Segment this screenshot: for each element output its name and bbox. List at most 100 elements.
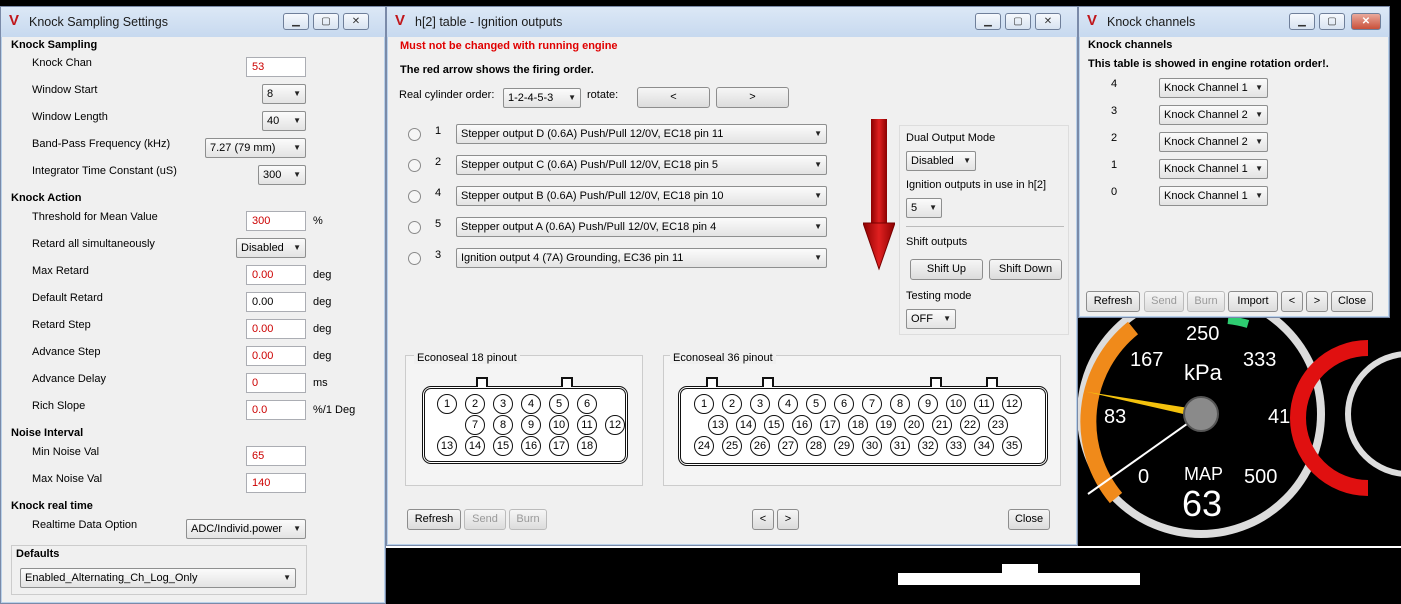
close-button[interactable]: ✕ <box>1035 13 1061 30</box>
connector-pin: 8 <box>890 394 910 414</box>
maximize-button[interactable]: ▢ <box>313 13 339 30</box>
output-radio-1[interactable] <box>408 128 421 141</box>
defaults-select[interactable]: Enabled_Alternating_Ch_Log_Only <box>20 568 296 588</box>
output-radio-5[interactable] <box>408 252 421 265</box>
gauge-name: MAP <box>1184 464 1223 484</box>
channel-select-1[interactable]: Knock Channel 1 <box>1159 159 1268 179</box>
minimize-button[interactable]: ▁ <box>1289 13 1315 30</box>
minimize-button[interactable]: ▁ <box>283 13 309 30</box>
connector-pin: 13 <box>708 415 728 435</box>
econoseal-18-label: Econoseal 18 pinout <box>414 352 520 364</box>
connector-pin: 15 <box>493 436 513 456</box>
connector-pin: 17 <box>549 436 569 456</box>
advance-step-field[interactable]: 0.00 <box>246 346 306 366</box>
connector-pin: 20 <box>904 415 924 435</box>
section-noise-interval: Noise Interval <box>11 427 84 439</box>
gauge-tick-label: 83 <box>1104 406 1126 428</box>
outputs-in-use-select[interactable]: 5 <box>906 198 942 218</box>
threshold-field[interactable]: 300 <box>246 211 306 231</box>
gauge-hub <box>1183 396 1219 432</box>
shift-down-button[interactable]: Shift Down <box>989 259 1062 280</box>
output-select-5[interactable]: Ignition output 4 (7A) Grounding, EC36 p… <box>456 248 827 268</box>
close-dialog-button[interactable]: Close <box>1008 509 1050 530</box>
connector-pin: 5 <box>549 394 569 414</box>
window-title: Knock channels <box>1107 15 1196 29</box>
bandpass-label: Band-Pass Frequency (kHz) <box>32 138 171 150</box>
gauge-tick-label: 250 <box>1186 323 1219 345</box>
burn-button[interactable]: Burn <box>509 509 547 530</box>
output-radio-3[interactable] <box>408 190 421 203</box>
max-retard-field[interactable]: 0.00 <box>246 265 306 285</box>
window-length-select[interactable]: 40 <box>262 111 306 131</box>
bottom-bar <box>386 546 1401 604</box>
connector-pin: 11 <box>577 415 597 435</box>
bandpass-select[interactable]: 7.27 (79 mm) <box>205 138 306 158</box>
gauge-tick-label: 0 <box>1138 466 1149 488</box>
minimize-button[interactable]: ▁ <box>975 13 1001 30</box>
output-select-4[interactable]: Stepper output A (0.6A) Push/Pull 12/0V,… <box>456 217 827 237</box>
dual-mode-label: Dual Output Mode <box>906 132 996 144</box>
connector-pin: 1 <box>437 394 457 414</box>
cylinder-order-select[interactable]: 1-2-4-5-3 <box>503 88 581 108</box>
close-button[interactable]: ✕ <box>343 13 369 30</box>
next-button[interactable]: > <box>1306 291 1328 312</box>
output-select-3[interactable]: Stepper output B (0.6A) Push/Pull 12/0V,… <box>456 186 827 206</box>
max-noise-field[interactable]: 140 <box>246 473 306 493</box>
send-button[interactable]: Send <box>1144 291 1184 312</box>
app-logo-icon: V <box>395 12 406 29</box>
connector-pin: 10 <box>946 394 966 414</box>
window-start-select[interactable]: 8 <box>262 84 306 104</box>
close-button[interactable]: ✕ <box>1351 13 1381 30</box>
maximize-button[interactable]: ▢ <box>1005 13 1031 30</box>
app-logo-icon: V <box>9 12 20 29</box>
shift-up-button[interactable]: Shift Up <box>910 259 983 280</box>
section-knock-realtime: Knock real time <box>11 500 93 512</box>
output-radio-4[interactable] <box>408 221 421 234</box>
close-dialog-button[interactable]: Close <box>1331 291 1373 312</box>
rotate-left-button[interactable]: < <box>637 87 710 108</box>
rich-slope-field[interactable]: 0.0 <box>246 400 306 420</box>
channel-select-2[interactable]: Knock Channel 2 <box>1159 132 1268 152</box>
output-radio-2[interactable] <box>408 159 421 172</box>
section-knock-action: Knock Action <box>11 192 82 204</box>
send-button[interactable]: Send <box>464 509 506 530</box>
gauge-unit: kPa <box>1184 360 1223 385</box>
next-button[interactable]: > <box>777 509 799 530</box>
connector-pin: 7 <box>862 394 882 414</box>
rotate-right-button[interactable]: > <box>716 87 789 108</box>
output-select-2[interactable]: Stepper output C (0.6A) Push/Pull 12/0V,… <box>456 155 827 175</box>
connector-pin: 3 <box>493 394 513 414</box>
default-retard-field[interactable]: 0.00 <box>246 292 306 312</box>
max-retard-unit: deg <box>313 269 332 281</box>
connector-pin: 32 <box>918 436 938 456</box>
retard-all-select[interactable]: Disabled <box>236 238 306 258</box>
channel-select-4[interactable]: Knock Channel 1 <box>1159 78 1268 98</box>
econoseal-36-panel: Econoseal 36 pinout 1 2 3 4 5 6 7 8 9 10 11 12 13 14 1… <box>663 352 1061 486</box>
firing-order-arrow-icon <box>863 119 895 271</box>
advance-delay-field[interactable]: 0 <box>246 373 306 393</box>
refresh-button[interactable]: Refresh <box>1086 291 1140 312</box>
channel-select-3[interactable]: Knock Channel 2 <box>1159 105 1268 125</box>
channel-select-0[interactable]: Knock Channel 1 <box>1159 186 1268 206</box>
burn-button[interactable]: Burn <box>1187 291 1225 312</box>
knock-chan-field[interactable]: 53 <box>246 57 306 77</box>
defaults-heading: Defaults <box>16 548 60 560</box>
output-select-1[interactable]: Stepper output D (0.6A) Push/Pull 12/0V,… <box>456 124 827 144</box>
retard-all-label: Retard all simultaneously <box>32 238 155 250</box>
threshold-label: Threshold for Mean Value <box>32 211 158 223</box>
prev-button[interactable]: < <box>1281 291 1303 312</box>
refresh-button[interactable]: Refresh <box>407 509 461 530</box>
retard-step-field[interactable]: 0.00 <box>246 319 306 339</box>
import-button[interactable]: Import <box>1228 291 1278 312</box>
connector-pin: 22 <box>960 415 980 435</box>
integrator-label: Integrator Time Constant (uS) <box>32 165 177 177</box>
min-noise-field[interactable]: 65 <box>246 446 306 466</box>
prev-button[interactable]: < <box>752 509 774 530</box>
testing-mode-select[interactable]: OFF <box>906 309 956 329</box>
rich-slope-unit: %/1 Deg <box>313 404 356 416</box>
integrator-select[interactable]: 300 <box>258 165 306 185</box>
dual-mode-select[interactable]: Disabled <box>906 151 976 171</box>
realtime-option-select[interactable]: ADC/Individ.power <box>186 519 306 539</box>
maximize-button[interactable]: ▢ <box>1319 13 1345 30</box>
knock-sampling-window: V Knock Sampling Settings ▁ ▢ ✕ Knock Sa… <box>0 6 386 604</box>
